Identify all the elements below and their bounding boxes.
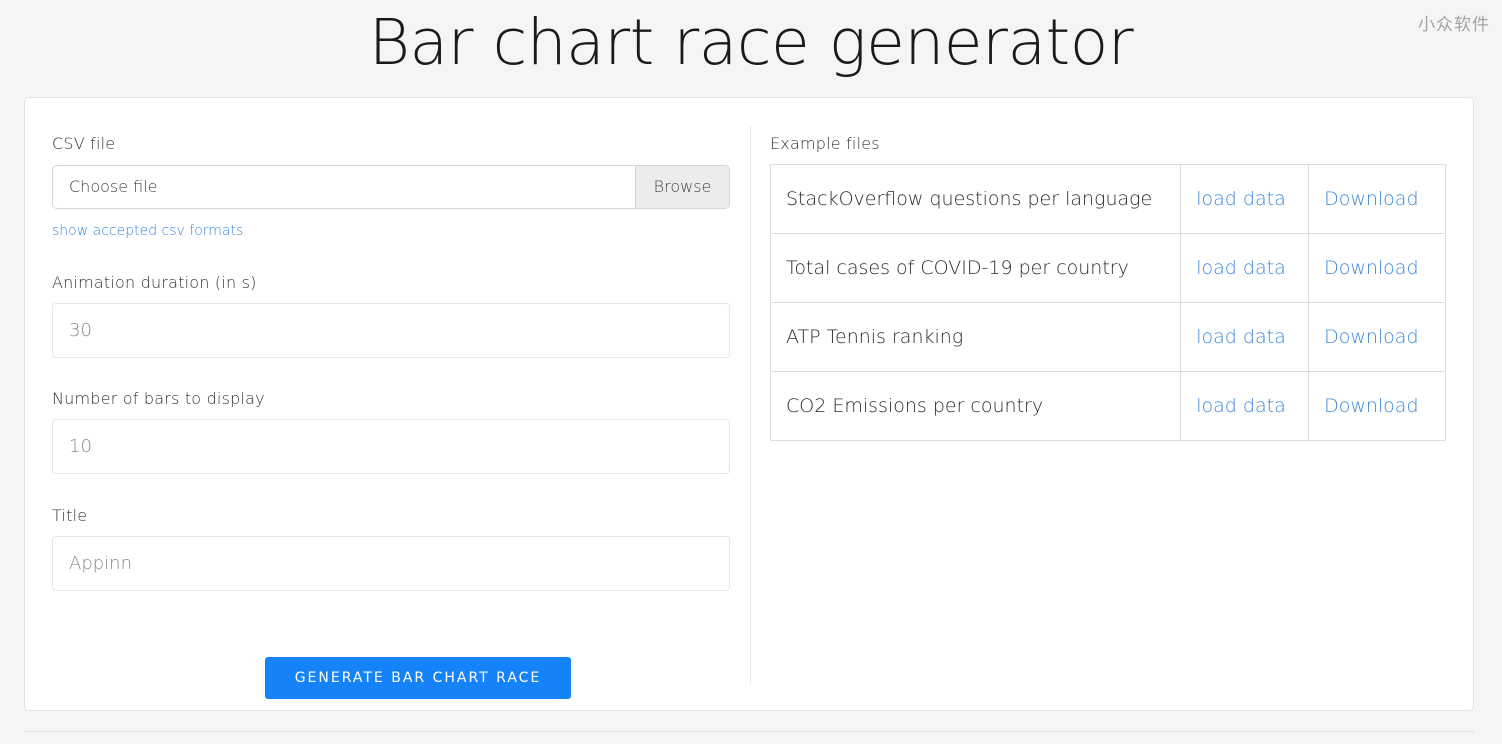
generate-button[interactable]: GENERATE BAR CHART RACE	[265, 657, 571, 699]
main-card: CSV file Choose file Browse show accepte…	[24, 97, 1474, 711]
duration-field: Animation duration (in s) 30	[52, 273, 730, 358]
table-row: Total cases of COVID-19 per country load…	[769, 233, 1446, 303]
download-link[interactable]: Download	[1308, 302, 1446, 372]
example-files-table: StackOverflow questions per language loa…	[769, 164, 1446, 441]
load-data-link[interactable]: load data	[1180, 371, 1310, 441]
table-row: StackOverflow questions per language loa…	[769, 164, 1446, 234]
example-name: CO2 Emissions per country	[769, 371, 1182, 441]
duration-input[interactable]: 30	[52, 303, 730, 358]
table-row: ATP Tennis ranking load data Download	[769, 302, 1446, 372]
download-link[interactable]: Download	[1308, 164, 1446, 234]
title-field: Title Appinn	[52, 506, 730, 591]
browse-button[interactable]: Browse	[635, 166, 729, 208]
csv-file-input[interactable]: Choose file Browse	[52, 165, 730, 209]
page-title: Bar chart race generator	[368, 6, 1134, 79]
example-name: Total cases of COVID-19 per country	[769, 233, 1182, 303]
examples-panel: Example files StackOverflow questions pe…	[769, 134, 1446, 441]
show-csv-formats-link[interactable]: show accepted csv formats	[52, 223, 243, 239]
duration-label: Animation duration (in s)	[52, 273, 257, 292]
example-name: ATP Tennis ranking	[769, 302, 1182, 372]
csv-file-label: CSV file	[52, 134, 116, 153]
title-input[interactable]: Appinn	[52, 536, 730, 591]
load-data-link[interactable]: load data	[1180, 164, 1310, 234]
choose-file-field[interactable]: Choose file	[53, 166, 635, 208]
footer-divider	[24, 731, 1474, 732]
table-row: CO2 Emissions per country load data Down…	[769, 371, 1446, 441]
load-data-link[interactable]: load data	[1180, 233, 1310, 303]
example-files-heading: Example files	[770, 134, 880, 153]
load-data-link[interactable]: load data	[1180, 302, 1310, 372]
title-label: Title	[52, 506, 88, 525]
download-link[interactable]: Download	[1308, 371, 1446, 441]
download-link[interactable]: Download	[1308, 233, 1446, 303]
bars-label: Number of bars to display	[52, 389, 265, 408]
bars-field: Number of bars to display 10	[52, 389, 730, 474]
form-panel: CSV file Choose file Browse show accepte…	[52, 134, 730, 699]
bars-input[interactable]: 10	[52, 419, 730, 474]
column-divider	[750, 126, 751, 684]
example-name: StackOverflow questions per language	[769, 164, 1182, 234]
